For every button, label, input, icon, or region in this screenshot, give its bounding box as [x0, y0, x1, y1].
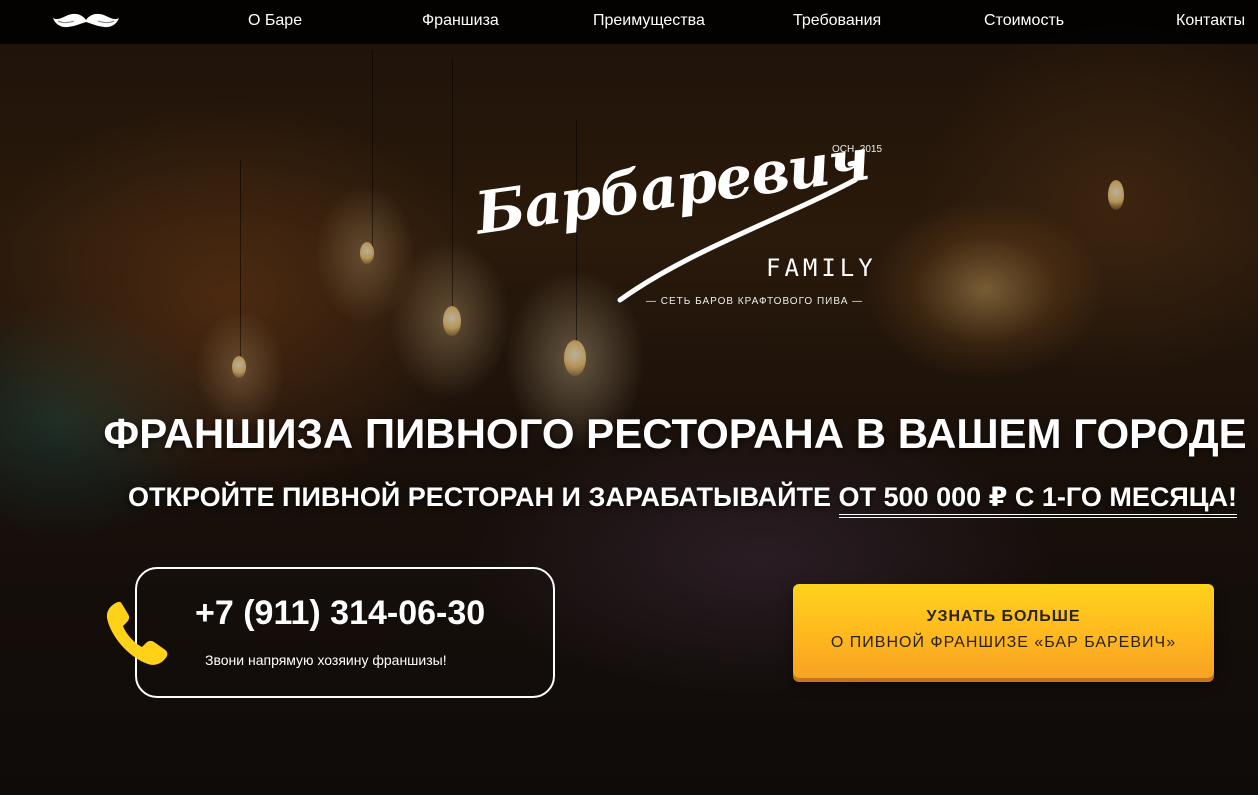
nav-item-requirements[interactable]: Требования — [793, 12, 881, 30]
phone-icon — [106, 601, 168, 665]
cta-line-2: О ПИВНОЙ ФРАНШИЗЕ «БАР БАРЕВИЧ» — [830, 634, 1177, 651]
hanging-bulb — [360, 242, 374, 264]
phone-number[interactable]: +7 (911) 314-06-30 — [195, 594, 485, 633]
bulb-wire — [240, 160, 241, 360]
cta-line-1: УЗНАТЬ БОЛЬШЕ — [926, 608, 1081, 625]
nav-item-franchise[interactable]: Франшиза — [422, 12, 499, 30]
bulb-wire — [452, 60, 453, 310]
hanging-bulb — [232, 356, 246, 378]
brand-family-label: FAMILY — [766, 254, 877, 282]
learn-more-button[interactable]: УЗНАТЬ БОЛЬШЕ О ПИВНОЙ ФРАНШИЗЕ «БАР БАР… — [793, 584, 1214, 678]
hanging-bulb — [1108, 180, 1124, 210]
brand-logo: ОСН. 2015 Барбаревич FAMILY — СЕТЬ БАРОВ… — [470, 125, 890, 315]
brand-tagline: — СЕТЬ БАРОВ КРАФТОВОГО ПИВА — — [646, 296, 864, 307]
nav-item-cost[interactable]: Стоимость — [984, 12, 1064, 30]
hero-section: О Баре Франшиза Преимущества Требования … — [0, 0, 1258, 795]
nav-item-advantages[interactable]: Преимущества — [593, 12, 705, 30]
nav-item-about[interactable]: О Баре — [248, 12, 302, 30]
mustache-icon[interactable] — [52, 10, 120, 34]
hero-headline: ФРАНШИЗА ПИВНОГО РЕСТОРАНА В ВАШЕМ ГОРОД… — [103, 410, 1247, 457]
hanging-bulb — [564, 340, 586, 376]
hero-subheadline: ОТКРОЙТЕ ПИВНОЙ РЕСТОРАН И ЗАРАБАТЫВАЙТЕ… — [128, 482, 1237, 518]
bulb-wire — [372, 50, 373, 250]
hanging-bulb — [443, 306, 461, 336]
subheadline-highlight: ОТ 500 000 ₽ С 1-ГО МЕСЯЦА! — [838, 482, 1237, 518]
phone-note: Звони напрямую хозяину франшизы! — [205, 652, 447, 668]
subheadline-prefix: ОТКРОЙТЕ ПИВНОЙ РЕСТОРАН И ЗАРАБАТЫВАЙТЕ — [128, 482, 839, 512]
nav-item-contacts[interactable]: Контакты — [1176, 12, 1245, 30]
top-navigation: О Баре Франшиза Преимущества Требования … — [0, 0, 1258, 44]
